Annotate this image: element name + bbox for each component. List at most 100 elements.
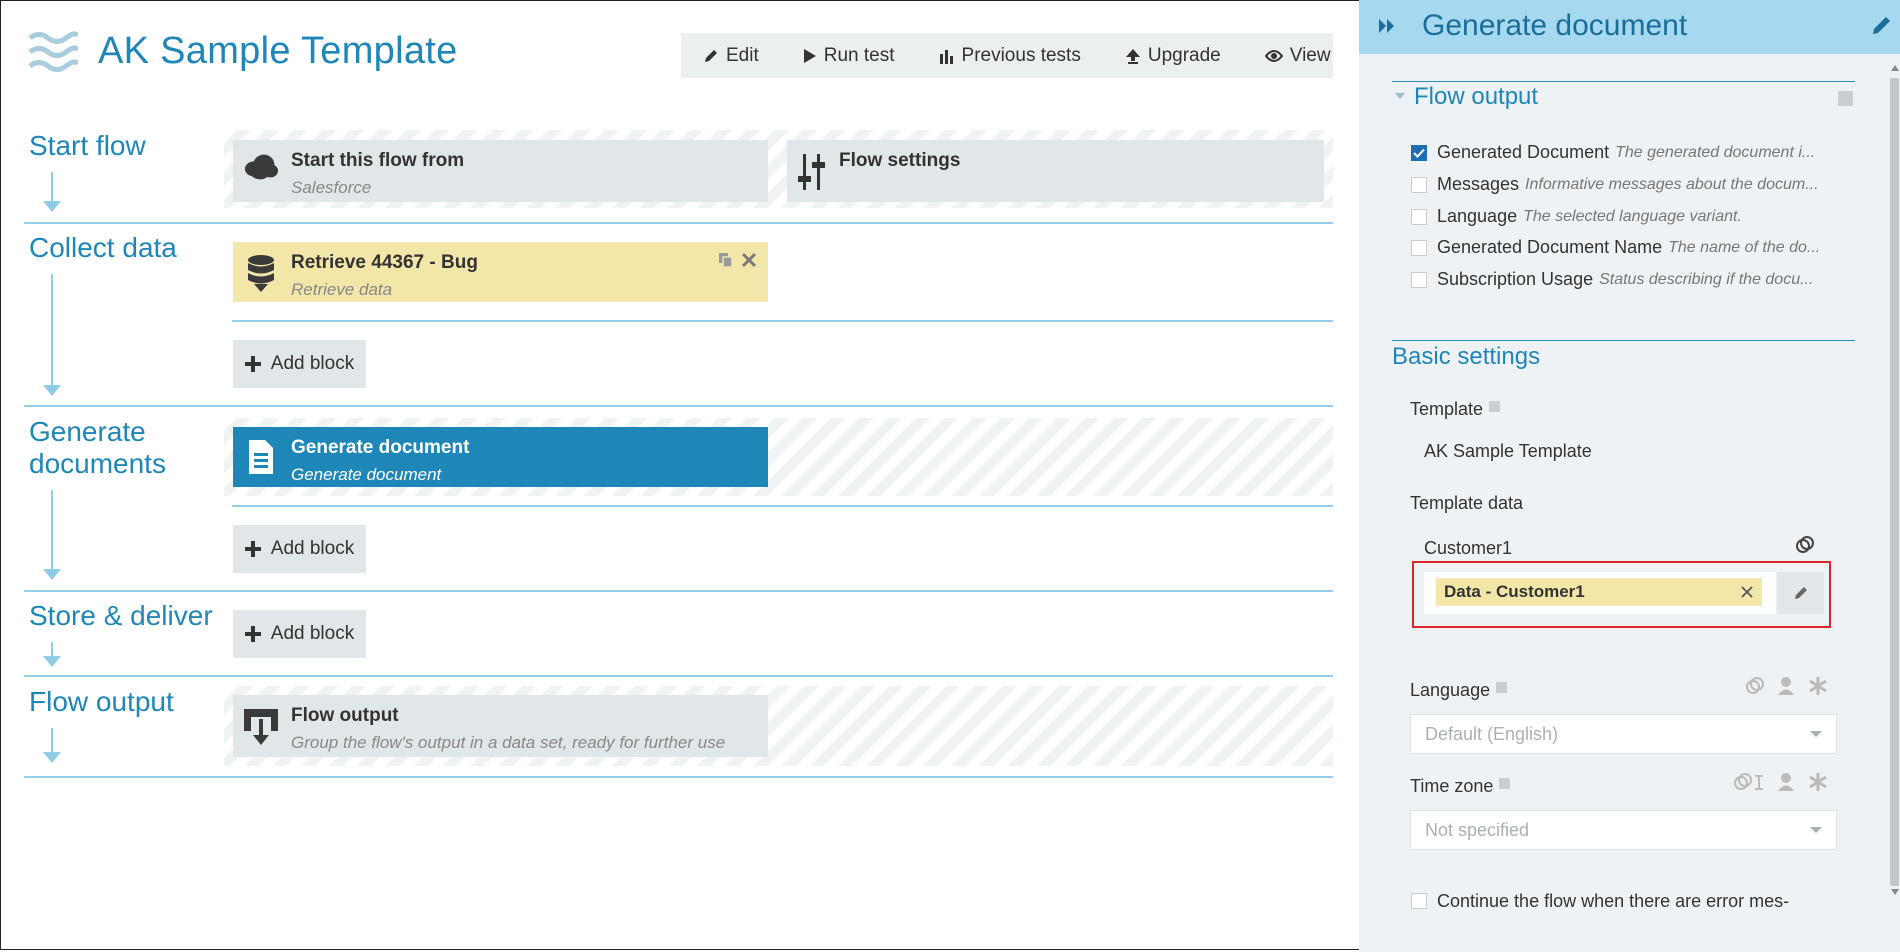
section-title-start-flow: Start flow <box>29 130 146 161</box>
flow-arrow-icon <box>43 569 61 580</box>
copy-icon[interactable] <box>718 252 734 268</box>
info-icon[interactable] <box>1489 401 1501 412</box>
add-block-label: Add block <box>270 538 355 559</box>
flow-output-section-title[interactable]: Flow output <box>1414 83 1538 111</box>
user-icon[interactable] <box>1777 676 1795 696</box>
flow-output-block[interactable]: Flow output Group the flow's output in a… <box>233 695 768 757</box>
edit-label: Edit <box>726 44 759 66</box>
section-title-collect-data: Collect data <box>29 232 177 263</box>
flow-connector-line <box>51 274 53 386</box>
double-chevron-right-icon[interactable] <box>1377 16 1397 36</box>
output-row-generated-document-name[interactable]: Generated Document Name The name of the … <box>1411 237 1846 258</box>
customer-field[interactable]: Data - Customer1 <box>1424 572 1776 614</box>
panel-header: Generate document <box>1359 0 1900 54</box>
language-label: Language <box>1410 680 1508 701</box>
view-label: View <box>1289 44 1331 66</box>
output-desc: The generated document i... <box>1615 143 1816 161</box>
start-flow-block-subtitle: Salesforce <box>291 178 372 197</box>
output-name: Subscription Usage <box>1437 269 1594 289</box>
run-test-label: Run test <box>823 44 895 66</box>
edit-customer-button[interactable] <box>1777 572 1824 614</box>
scroll-down-icon[interactable] <box>1890 888 1900 896</box>
checkbox-generated-document[interactable] <box>1411 144 1427 161</box>
generate-document-block[interactable]: Generate document Generate document <box>233 427 768 487</box>
section-rule <box>1392 340 1855 341</box>
checkbox-generated-document-name[interactable] <box>1411 239 1427 256</box>
timezone-select-value: Not specified <box>1425 819 1530 840</box>
upload-arrow-icon <box>1125 48 1140 64</box>
output-row-messages[interactable]: Messages Informative messages about the … <box>1411 174 1846 195</box>
view-button[interactable]: View <box>1243 33 1353 78</box>
remove-chip-icon[interactable] <box>1740 585 1754 599</box>
section-divider <box>24 222 1333 224</box>
waves-logo-icon <box>28 31 78 72</box>
info-icon[interactable] <box>1499 778 1511 789</box>
timezone-label-text: Time zone <box>1410 776 1494 796</box>
section-divider <box>24 405 1333 407</box>
add-block-button[interactable]: Add block <box>233 525 366 573</box>
start-flow-block-title: Start this flow from <box>291 150 465 171</box>
block-divider <box>232 505 1333 507</box>
upgrade-button[interactable]: Upgrade <box>1103 33 1243 78</box>
checkbox-subscription-usage[interactable] <box>1411 271 1427 288</box>
bar-chart-icon <box>939 49 953 64</box>
pencil-icon[interactable] <box>1871 14 1893 36</box>
section-divider <box>24 590 1333 592</box>
checkbox-messages[interactable] <box>1411 176 1427 193</box>
continue-on-error-label: Continue the flow when there are error m… <box>1437 890 1790 911</box>
section-rule <box>1392 81 1855 82</box>
output-row-subscription-usage[interactable]: Subscription Usage Status describing if … <box>1411 269 1846 290</box>
timezone-select[interactable]: Not specified <box>1410 810 1837 850</box>
user-icon[interactable] <box>1777 772 1795 792</box>
start-flow-block[interactable]: Start this flow from Salesforce <box>233 140 768 202</box>
customer-chip-label: Data - Customer1 <box>1444 582 1585 601</box>
edit-button[interactable]: Edit <box>681 33 781 78</box>
customer-label: Customer1 <box>1424 538 1513 558</box>
template-value: AK Sample Template <box>1424 441 1592 461</box>
block-divider <box>232 320 1333 322</box>
asterisk-icon[interactable] <box>1808 676 1828 696</box>
asterisk-icon[interactable] <box>1808 772 1828 792</box>
add-block-button[interactable]: Add block <box>233 340 366 388</box>
play-icon <box>803 48 816 63</box>
close-icon[interactable] <box>741 252 757 268</box>
previous-tests-button[interactable]: Previous tests <box>917 33 1103 78</box>
scroll-up-icon[interactable] <box>1890 64 1900 72</box>
output-row-language[interactable]: Language The selected language variant. <box>1411 206 1846 227</box>
panel-scrollbar-thumb[interactable] <box>1890 78 1899 886</box>
upgrade-label: Upgrade <box>1147 44 1221 66</box>
collapse-caret-icon[interactable] <box>1394 92 1406 100</box>
plus-icon <box>244 356 261 372</box>
continue-on-error-row[interactable]: Continue the flow when there are error m… <box>1411 890 1789 912</box>
info-icon[interactable] <box>1496 682 1508 693</box>
link-icon[interactable] <box>1745 676 1765 696</box>
eye-icon <box>1264 49 1283 62</box>
chevron-down-icon <box>1810 827 1822 833</box>
flow-connector-line <box>51 172 53 202</box>
language-select[interactable]: Default (English) <box>1410 714 1837 754</box>
cloud-icon <box>243 152 279 192</box>
template-label-text: Template <box>1410 399 1484 419</box>
flow-connector-line <box>51 728 53 752</box>
output-desc: The name of the do... <box>1668 238 1821 256</box>
run-test-button[interactable]: Run test <box>781 33 917 78</box>
pencil-icon <box>1794 587 1807 599</box>
plus-icon <box>244 626 261 642</box>
checkbox-continue-on-error[interactable] <box>1411 893 1427 909</box>
retrieve-data-block[interactable]: Retrieve 44367 - Bug Retrieve data <box>233 242 768 302</box>
retrieve-block-title: Retrieve 44367 - Bug <box>291 252 478 273</box>
link-icon[interactable] <box>1795 535 1815 555</box>
flow-settings-block-title: Flow settings <box>839 150 961 171</box>
flow-settings-block[interactable]: Flow settings <box>787 140 1324 202</box>
document-icon <box>243 439 279 479</box>
info-icon[interactable] <box>1838 91 1853 106</box>
output-row-generated-document[interactable]: Generated Document The generated documen… <box>1411 142 1846 163</box>
add-block-button[interactable]: Add block <box>233 610 366 658</box>
checkbox-language[interactable] <box>1411 208 1427 225</box>
link-text-icon[interactable] <box>1733 772 1765 792</box>
customer-data-chip[interactable]: Data - Customer1 <box>1436 578 1762 606</box>
section-divider <box>24 776 1333 778</box>
previous-tests-label: Previous tests <box>961 44 1081 66</box>
output-desc: The selected language variant. <box>1523 207 1742 225</box>
output-icon <box>243 707 279 747</box>
